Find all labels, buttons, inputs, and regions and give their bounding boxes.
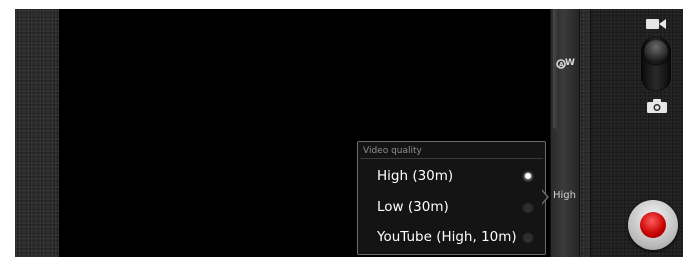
white-balance-auto-icon[interactable]: A W [556,58,576,72]
radio-unselected-icon[interactable] [522,231,534,243]
current-quality-indicator[interactable]: High [553,190,576,201]
record-icon [640,212,666,238]
white-balance-label: W [565,58,575,68]
settings-strip[interactable] [550,9,580,257]
quality-option-label: Low (30m) [377,199,449,215]
popup-title: Video quality [363,146,422,156]
quality-option-low[interactable]: Low (30m) [358,194,545,222]
radio-unselected-icon[interactable] [522,201,534,213]
record-shutter-button[interactable] [628,200,678,250]
video-quality-popup: Video quality High (30m) Low (30m) YouTu… [357,141,546,255]
camera-video-mode-switch[interactable] [641,36,671,92]
popup-pointer [541,189,549,205]
photo-camera-icon [647,98,667,117]
quality-option-youtube[interactable]: YouTube (High, 10m) [358,224,545,252]
mode-switch-knob[interactable] [644,40,668,64]
video-camera-icon [646,15,666,34]
quality-option-label: YouTube (High, 10m) [377,229,517,245]
radio-selected-icon[interactable] [522,170,534,182]
popup-divider [360,158,543,159]
quality-option-high[interactable]: High (30m) [358,163,545,191]
quality-option-label: High (30m) [377,168,454,184]
